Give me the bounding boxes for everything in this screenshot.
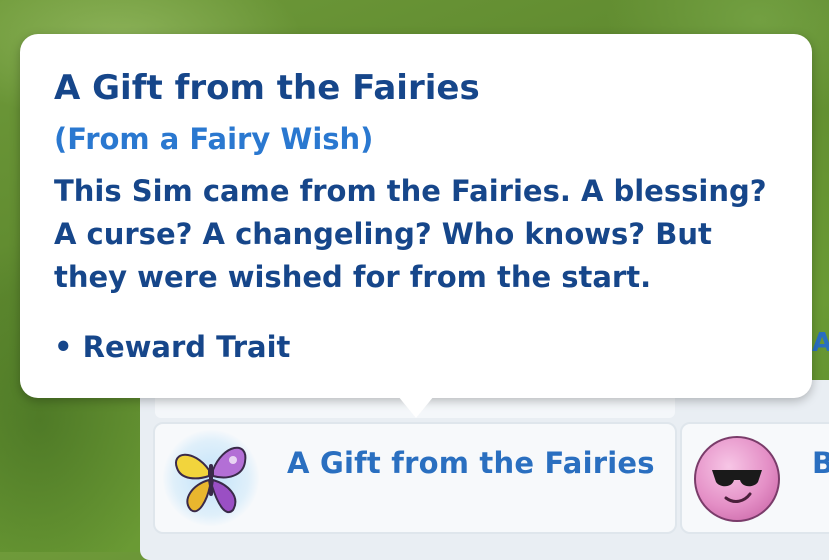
- tooltip-pointer: [398, 396, 434, 418]
- tooltip-reward-bullet: • Reward Trait: [54, 330, 291, 364]
- trait-card-gift-from-fairies[interactable]: A Gift from the Fairies: [153, 422, 677, 534]
- trait-name-partial: B: [812, 446, 829, 480]
- tooltip-description: This Sim came from the Fairies. A blessi…: [54, 174, 767, 294]
- tooltip-title: A Gift from the Fairies: [54, 68, 480, 108]
- trait-name: A Gift from the Fairies: [287, 446, 655, 480]
- trait-label-partial: A: [812, 328, 829, 358]
- trait-card-next[interactable]: B: [680, 422, 829, 534]
- trait-tooltip: A Gift from the Fairies (From a Fairy Wi…: [20, 34, 812, 398]
- sunglasses-face-icon: [694, 436, 780, 522]
- tooltip-subtitle: (From a Fairy Wish): [54, 122, 374, 156]
- butterfly-icon: [163, 430, 259, 526]
